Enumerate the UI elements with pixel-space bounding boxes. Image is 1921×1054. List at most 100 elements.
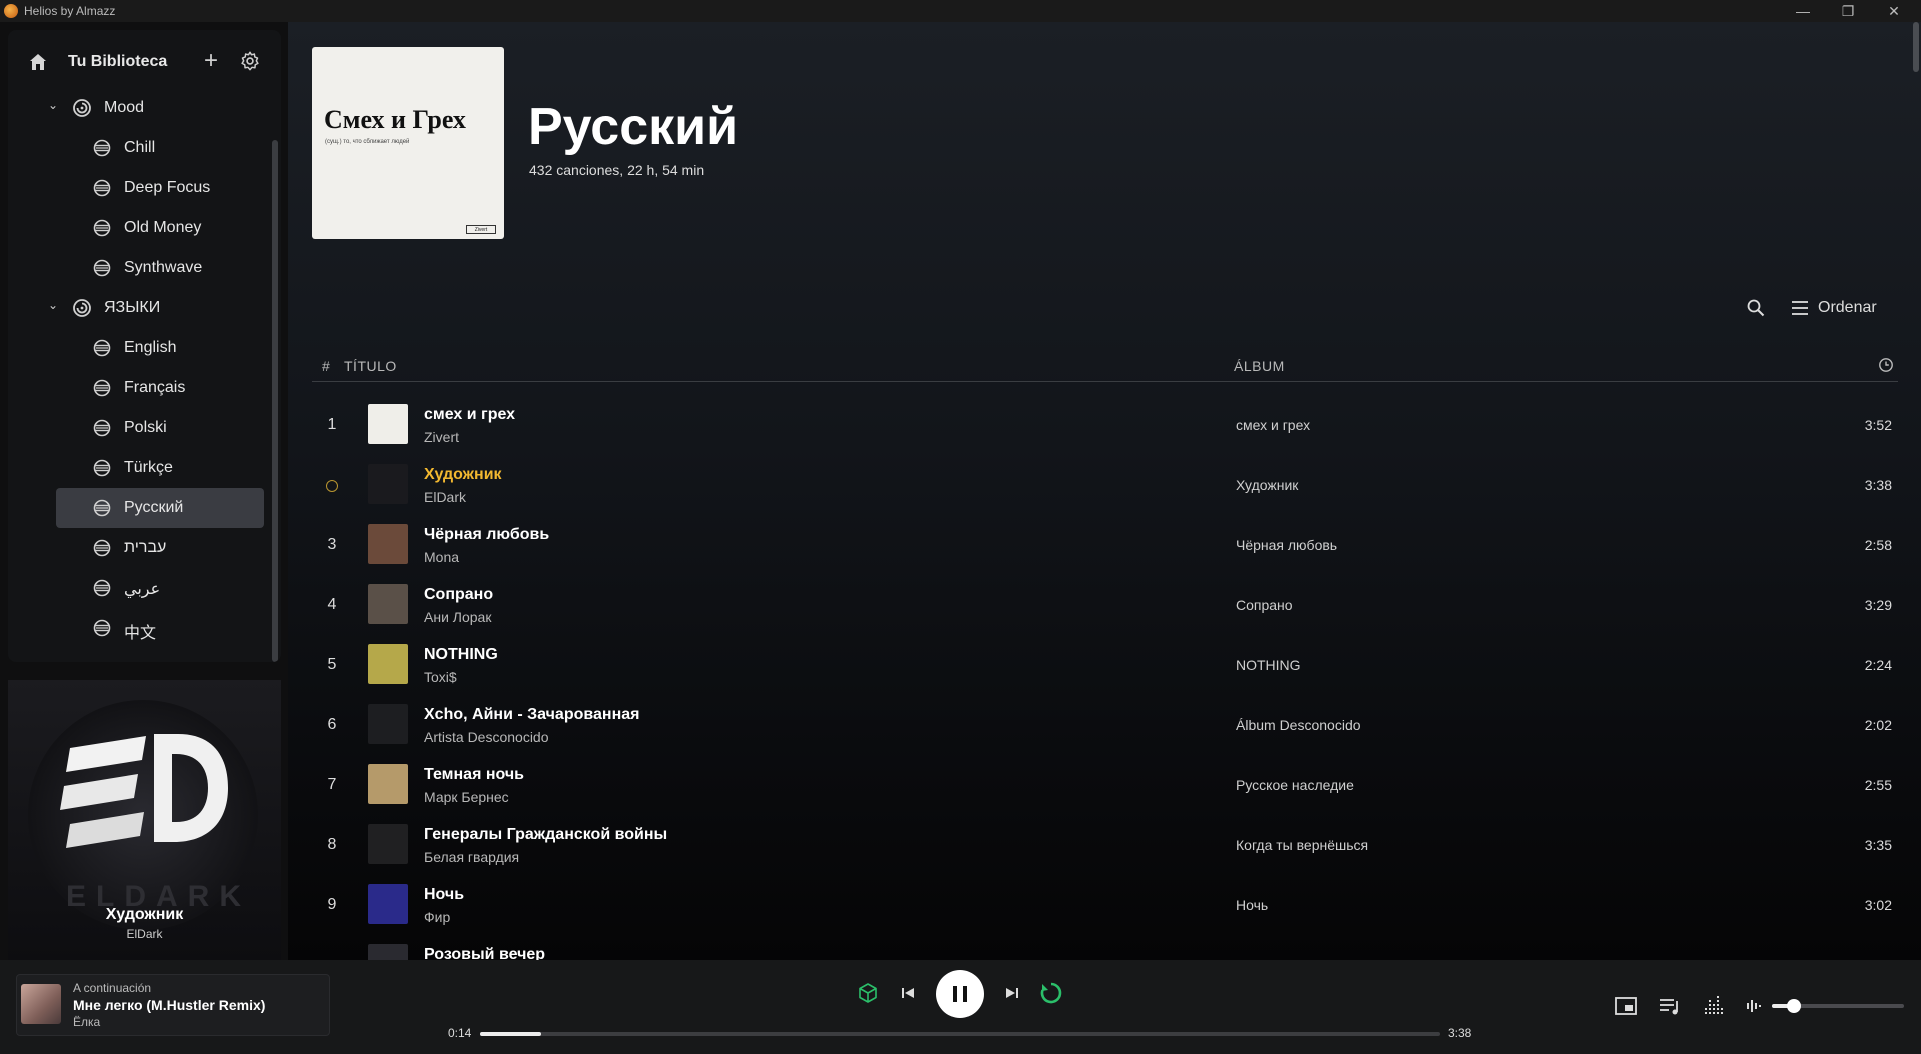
- chevron-down-icon[interactable]: ⌄: [46, 298, 60, 312]
- playlist-view: Смех и Грех (сущ.) то, что сближает люде…: [288, 22, 1921, 960]
- clock-icon[interactable]: [1878, 357, 1894, 373]
- track-album[interactable]: смех и грех: [1236, 417, 1310, 433]
- previous-icon[interactable]: [900, 985, 916, 1001]
- cover-subtitle: (сущ.) то, что сближает людей: [325, 139, 410, 145]
- track-artist[interactable]: Белая гвардия: [424, 849, 519, 865]
- track-row[interactable]: 5 NOTHING Toxi$ NOTHING 2:24: [312, 634, 1898, 694]
- gear-icon[interactable]: [239, 50, 261, 72]
- track-artist[interactable]: ElDark: [424, 489, 466, 505]
- up-next-label: A continuación: [73, 981, 152, 995]
- sidebar-playlist-item[interactable]: Synthwave: [8, 248, 270, 288]
- track-row[interactable]: 1 смех и грех Zivert смех и грех 3:52: [312, 394, 1898, 454]
- pause-button[interactable]: [936, 970, 984, 1018]
- playlist-label: 中文: [124, 625, 157, 642]
- track-number: 3: [327, 536, 337, 553]
- eldark-logo: [60, 734, 228, 848]
- now-playing-title: Художник: [105, 906, 184, 923]
- track-artist[interactable]: Toxi$: [424, 669, 457, 685]
- next-icon[interactable]: [1004, 985, 1020, 1001]
- library-header: Tu Biblioteca +: [8, 30, 281, 94]
- volume-knob[interactable]: [1787, 999, 1802, 1013]
- track-artist[interactable]: Марк Бернес: [424, 789, 509, 805]
- track-row[interactable]: 4 Сопрано Ани Лорак Сопрано 3:29: [312, 574, 1898, 634]
- sidebar-playlist-item[interactable]: Türkçe: [8, 448, 270, 488]
- track-row[interactable]: Художник ElDark Художник 3:38: [312, 454, 1898, 514]
- track-artist[interactable]: Zivert: [424, 429, 459, 445]
- track-thumbnail: [368, 704, 408, 744]
- track-artist[interactable]: Mona: [424, 549, 459, 565]
- sidebar-playlist-item[interactable]: Русский: [8, 488, 270, 528]
- track-row[interactable]: 7 Темная ночь Марк Бернес Русское наследие 2…: [312, 754, 1898, 814]
- track-duration: 3:29: [1864, 597, 1892, 613]
- sort-icon[interactable]: [1791, 300, 1809, 316]
- minimize-button[interactable]: —: [1783, 0, 1823, 22]
- track-number: 5: [327, 656, 337, 673]
- track-row[interactable]: 8 Генералы Гражданской войны Белая гвардия…: [312, 814, 1898, 874]
- track-row[interactable]: 9 Ночь Фир Ночь 3:02: [312, 874, 1898, 934]
- progress-bar[interactable]: [480, 1032, 1440, 1036]
- sidebar-playlist-item[interactable]: Français: [8, 368, 270, 408]
- sidebar-playlist-item[interactable]: 中文: [8, 608, 270, 648]
- sort-button[interactable]: Ordenar: [1818, 299, 1877, 317]
- home-icon[interactable]: [28, 52, 48, 72]
- folder-0[interactable]: ⌄ Mood: [8, 88, 270, 128]
- volume-icon[interactable]: [1744, 994, 1768, 1018]
- miniplayer-icon[interactable]: [1614, 994, 1638, 1018]
- track-album[interactable]: Когда ты вернёшься: [1236, 837, 1368, 853]
- search-icon[interactable]: [1746, 298, 1766, 318]
- restore-button[interactable]: ❐: [1828, 0, 1868, 22]
- repeat-icon[interactable]: [1038, 980, 1064, 1006]
- track-thumbnail: [368, 824, 408, 864]
- track-album[interactable]: NOTHING: [1236, 657, 1301, 673]
- sidebar-playlist-item[interactable]: عربي: [8, 568, 270, 608]
- track-title: Xcho, Айни - Зачарованная: [424, 706, 640, 723]
- current-time: 0:14: [448, 1026, 472, 1040]
- sidebar-playlist-item[interactable]: Old Money: [8, 208, 270, 248]
- add-playlist-button[interactable]: +: [204, 47, 218, 75]
- track-thumbnail: [368, 644, 408, 684]
- sidebar-playlist-item[interactable]: עברית: [8, 528, 270, 568]
- track-album[interactable]: Ночь: [1236, 897, 1268, 913]
- track-album[interactable]: Álbum Desconocido: [1236, 717, 1361, 733]
- playlist-label: English: [124, 339, 177, 356]
- track-artist[interactable]: Фир: [424, 909, 450, 925]
- track-album[interactable]: Сопрано: [1236, 597, 1293, 613]
- track-number: 1: [327, 416, 337, 433]
- sidebar-playlist-item[interactable]: Deep Focus: [8, 168, 270, 208]
- track-artist[interactable]: Artista Desconocido: [424, 729, 549, 745]
- track-number: 4: [327, 596, 337, 613]
- header-album[interactable]: ÁLBUM: [1234, 358, 1285, 374]
- track-duration: 2:58: [1864, 537, 1892, 553]
- close-button[interactable]: ✕: [1874, 0, 1914, 22]
- main-scrollbar[interactable]: [1913, 22, 1919, 72]
- globe-icon: [92, 498, 112, 518]
- sidebar-playlist-item[interactable]: English: [8, 328, 270, 368]
- sidebar-playlist-item[interactable]: Chill: [8, 128, 270, 168]
- library-title: Tu Biblioteca: [68, 53, 168, 70]
- track-artist[interactable]: Ани Лорак: [424, 609, 491, 625]
- track-row[interactable]: 6 Xcho, Айни - Зачарованная Artista Descon…: [312, 694, 1898, 754]
- queue-icon[interactable]: [1658, 994, 1682, 1018]
- track-number: 8: [327, 836, 337, 853]
- up-next-card[interactable]: A continuación Мне легко (M.Hustler Remi…: [16, 974, 330, 1036]
- track-album[interactable]: Художник: [1236, 477, 1298, 493]
- library-sidebar: Tu Biblioteca + ⌄ Mood Chill Deep Focus Old …: [8, 30, 281, 662]
- shuffle-icon[interactable]: [856, 981, 880, 1005]
- sidebar-scrollbar[interactable]: [272, 140, 278, 662]
- chevron-down-icon[interactable]: ⌄: [46, 98, 60, 112]
- header-title[interactable]: TÍTULO: [344, 358, 397, 374]
- track-title: Художник: [424, 466, 502, 483]
- track-album[interactable]: Русское наследие: [1236, 777, 1354, 793]
- sidebar-playlist-item[interactable]: Polski: [8, 408, 270, 448]
- track-row[interactable]: Розовый вечер: [312, 934, 1898, 960]
- folder-1[interactable]: ⌄ ЯЗЫКИ: [8, 288, 270, 328]
- track-title: Генералы Гражданской войны: [424, 826, 668, 843]
- globe-icon: [92, 138, 112, 158]
- volume-slider[interactable]: [1772, 999, 1904, 1013]
- track-duration: 2:02: [1864, 717, 1892, 733]
- track-album[interactable]: Чёрная любовь: [1236, 537, 1337, 553]
- player-bar: A continuación Мне легко (M.Hustler Remi…: [0, 960, 1921, 1054]
- track-row[interactable]: 3 Чёрная любовь Mona Чёрная любовь 2:58: [312, 514, 1898, 574]
- equalizer-icon[interactable]: [1702, 994, 1726, 1018]
- track-thumbnail: [368, 404, 408, 444]
